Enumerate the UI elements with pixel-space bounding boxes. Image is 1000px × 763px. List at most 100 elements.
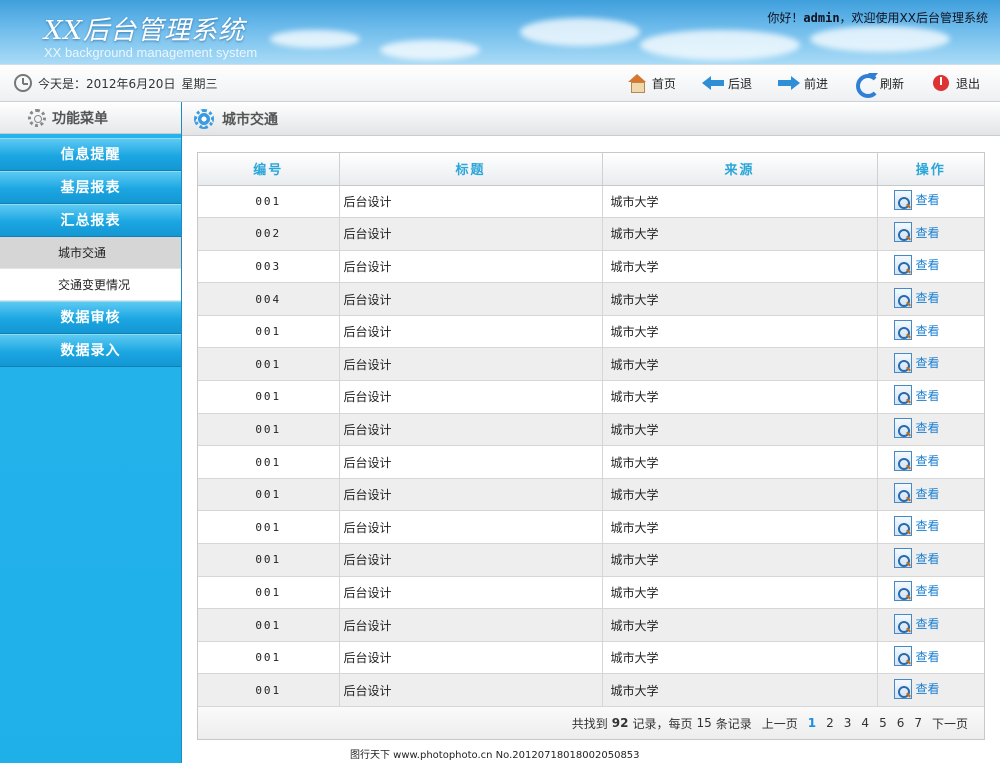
table-row: 001 后台设计 城市大学 查看: [198, 608, 984, 642]
view-button[interactable]: 查看: [893, 450, 940, 471]
table-row: 001 后台设计 城市大学 查看: [198, 380, 984, 414]
column-header-id[interactable]: 编号: [198, 153, 340, 186]
column-header-action: 操作: [877, 153, 984, 186]
welcome-suffix: ，欢迎使用XX后台管理系统: [839, 11, 988, 25]
pager-page-3[interactable]: 3: [844, 716, 852, 730]
pager-found-prefix: 共找到: [571, 716, 608, 731]
username: admin: [803, 11, 840, 25]
content-header: 城市交通: [182, 102, 1000, 136]
pager-next-link[interactable]: 下一页: [932, 715, 968, 732]
cell-id: 004: [198, 282, 340, 316]
cell-source: 城市大学: [602, 608, 878, 642]
view-button[interactable]: 查看: [893, 385, 940, 406]
view-button[interactable]: 查看: [893, 417, 940, 438]
cell-action: 查看: [877, 576, 984, 610]
view-label: 查看: [915, 323, 940, 338]
view-button[interactable]: 查看: [893, 548, 940, 569]
view-document-icon: [893, 613, 912, 634]
logout-label: 退出: [955, 76, 980, 91]
table-header-row: 编号 标题 来源 操作: [198, 153, 984, 186]
view-button[interactable]: 查看: [893, 483, 940, 504]
pager-page-5[interactable]: 5: [879, 716, 887, 730]
sidebar-item-traffic-changes[interactable]: 交通变更情况: [0, 269, 181, 301]
view-label: 查看: [915, 356, 940, 371]
cell-source: 城市大学: [602, 543, 878, 577]
home-label: 首页: [651, 76, 676, 91]
logout-button[interactable]: 退出: [930, 73, 980, 93]
table-row: 001 后台设计 城市大学 查看: [198, 413, 984, 447]
menu-group-info-alert[interactable]: 信息提醒: [0, 138, 181, 171]
cell-title: 后台设计: [339, 478, 603, 512]
back-button[interactable]: 后退: [701, 73, 752, 93]
pager-page-1[interactable]: 1: [808, 716, 816, 730]
pager-page-4[interactable]: 4: [861, 716, 869, 730]
cell-id: 001: [198, 185, 340, 219]
view-button[interactable]: 查看: [893, 646, 940, 667]
view-button[interactable]: 查看: [893, 613, 940, 634]
view-button[interactable]: 查看: [893, 352, 940, 373]
home-button[interactable]: 首页: [626, 73, 676, 93]
column-header-source[interactable]: 来源: [602, 153, 878, 186]
menu-group-data-entry[interactable]: 数据录入: [0, 334, 181, 367]
cell-source: 城市大学: [602, 380, 878, 414]
cell-title: 后台设计: [339, 380, 603, 414]
view-document-icon: [893, 580, 912, 601]
view-button[interactable]: 查看: [893, 320, 940, 341]
cell-title: 后台设计: [339, 347, 603, 382]
toolbar: 今天是：2012年6月20日 星期三 首页 后退 前进 刷新 退出: [0, 64, 1000, 102]
table-row: 001 后台设计 城市大学 查看: [198, 347, 984, 382]
cell-id: 001: [198, 315, 340, 349]
cell-source: 城市大学: [602, 576, 878, 610]
cell-id: 001: [198, 478, 340, 512]
refresh-button[interactable]: 刷新: [854, 73, 904, 98]
sidebar-title: 功能菜单: [52, 110, 108, 127]
view-label: 查看: [915, 193, 940, 208]
home-icon: [626, 73, 648, 93]
table-body: 001 后台设计 城市大学 查看 002 后台设计 城市大学 查看 003 后台设计 城市大学 查看 0…: [198, 185, 984, 707]
app-title: XX后台管理系统: [44, 16, 246, 46]
view-button[interactable]: 查看: [893, 580, 940, 601]
view-button[interactable]: 查看: [893, 678, 940, 699]
view-label: 查看: [915, 454, 940, 469]
power-icon: [930, 73, 952, 93]
menu-group-basic-reports[interactable]: 基层报表: [0, 171, 181, 204]
view-button[interactable]: 查看: [893, 222, 940, 243]
pager-page-6[interactable]: 6: [897, 716, 905, 730]
cell-source: 城市大学: [602, 510, 878, 545]
cell-title: 后台设计: [339, 250, 603, 284]
pager-page-2[interactable]: 2: [826, 716, 834, 730]
view-document-icon: [893, 417, 912, 438]
forward-button[interactable]: 前进: [777, 73, 828, 93]
view-button[interactable]: 查看: [893, 515, 940, 536]
view-button[interactable]: 查看: [893, 189, 940, 210]
sidebar-item-city-traffic[interactable]: 城市交通: [0, 237, 181, 269]
menu-group-data-review[interactable]: 数据审核: [0, 301, 181, 334]
welcome-prefix: 你好！: [767, 11, 804, 25]
table-row: 001 后台设计 城市大学 查看: [198, 673, 984, 707]
cell-title: 后台设计: [339, 413, 603, 447]
watermark-text: 图行天下 www.photophoto.cn No.20120718018002…: [348, 746, 642, 761]
cell-source: 城市大学: [602, 478, 878, 512]
cell-id: 001: [198, 347, 340, 382]
pager-page-7[interactable]: 7: [914, 716, 922, 730]
table-row: 001 后台设计 城市大学 查看: [198, 576, 984, 610]
cell-id: 001: [198, 641, 340, 675]
view-document-icon: [893, 287, 912, 308]
view-document-icon: [893, 678, 912, 699]
cell-action: 查看: [877, 315, 984, 349]
cell-source: 城市大学: [602, 673, 878, 707]
column-header-title[interactable]: 标题: [339, 153, 603, 186]
view-button[interactable]: 查看: [893, 287, 940, 308]
view-document-icon: [893, 222, 912, 243]
menu-group-summary-reports[interactable]: 汇总报表: [0, 204, 181, 237]
pager-prev-link[interactable]: 上一页: [762, 715, 798, 732]
view-document-icon: [893, 254, 912, 275]
pager-total: 92: [611, 716, 629, 730]
cell-source: 城市大学: [602, 347, 878, 382]
table-row: 001 后台设计 城市大学 查看: [198, 510, 984, 545]
app-subtitle: XX background management system: [44, 45, 258, 60]
view-label: 查看: [915, 682, 940, 697]
view-button[interactable]: 查看: [893, 254, 940, 275]
cell-action: 查看: [877, 608, 984, 642]
pagination: 共找到 92 记录，每页 15 条记录 上一页 1234567 下一页: [198, 707, 984, 739]
